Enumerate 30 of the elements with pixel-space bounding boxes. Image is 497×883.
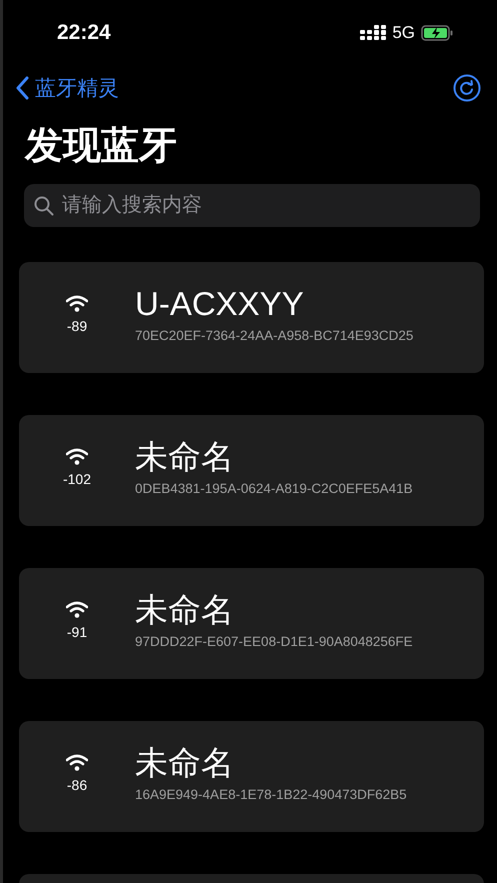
device-uuid: 70EC20EF-7364-24AA-A958-BC714E93CD25 — [135, 328, 414, 343]
signal-strength: -89 — [66, 318, 88, 334]
device-uuid: 16A9E949-4AE8-1E78-1B22-490473DF62B5 — [135, 787, 407, 802]
battery-charging-icon — [421, 25, 453, 41]
network-type: 5G — [392, 23, 415, 43]
device-name: 未命名 — [135, 590, 235, 630]
refresh-icon[interactable] — [453, 74, 481, 102]
back-link[interactable]: 蓝牙精灵 — [15, 74, 119, 102]
device-uuid: 0DEB4381-195A-0624-A819-C2C0EFE5A41B — [135, 481, 413, 496]
page-title: 发现蓝牙 — [25, 124, 178, 169]
signal-strength: -86 — [66, 777, 88, 793]
device-card[interactable]: -89 U-ACXXYY 70EC20EF-7364-24AA-A958-BC714E93CD25 — [19, 262, 484, 373]
search-field[interactable]: 请输入搜索内容 — [24, 184, 480, 227]
device-uuid: 97DDD22F-E607-EE08-D1E1-90A8048256FE — [135, 634, 413, 649]
signal-icon — [66, 295, 88, 312]
status-time: 22:24 — [57, 21, 111, 45]
signal-icon — [66, 601, 88, 618]
device-card[interactable]: -86 未命名 16A9E949-4AE8-1E78-1B22-490473DF62B5 — [19, 721, 484, 832]
signal-bars-icon — [360, 25, 386, 41]
signal-icon — [66, 448, 88, 465]
device-card[interactable]: -102 未命名 0DEB4381-195A-0624-A819-C2C0EFE5A41B — [19, 415, 484, 526]
device-card[interactable]: -91 未命名 97DDD22F-E607-EE08-D1E1-90A8048256FE — [19, 568, 484, 679]
signal-strength: -102 — [62, 471, 92, 487]
device-name: 未命名 — [135, 437, 235, 477]
device-name: U-ACXXYY — [135, 284, 305, 324]
signal-icon — [66, 754, 88, 771]
device-name: 未命名 — [135, 743, 235, 783]
signal-strength: -91 — [66, 624, 88, 640]
search-icon — [34, 196, 54, 216]
chevron-left-icon — [15, 76, 29, 100]
